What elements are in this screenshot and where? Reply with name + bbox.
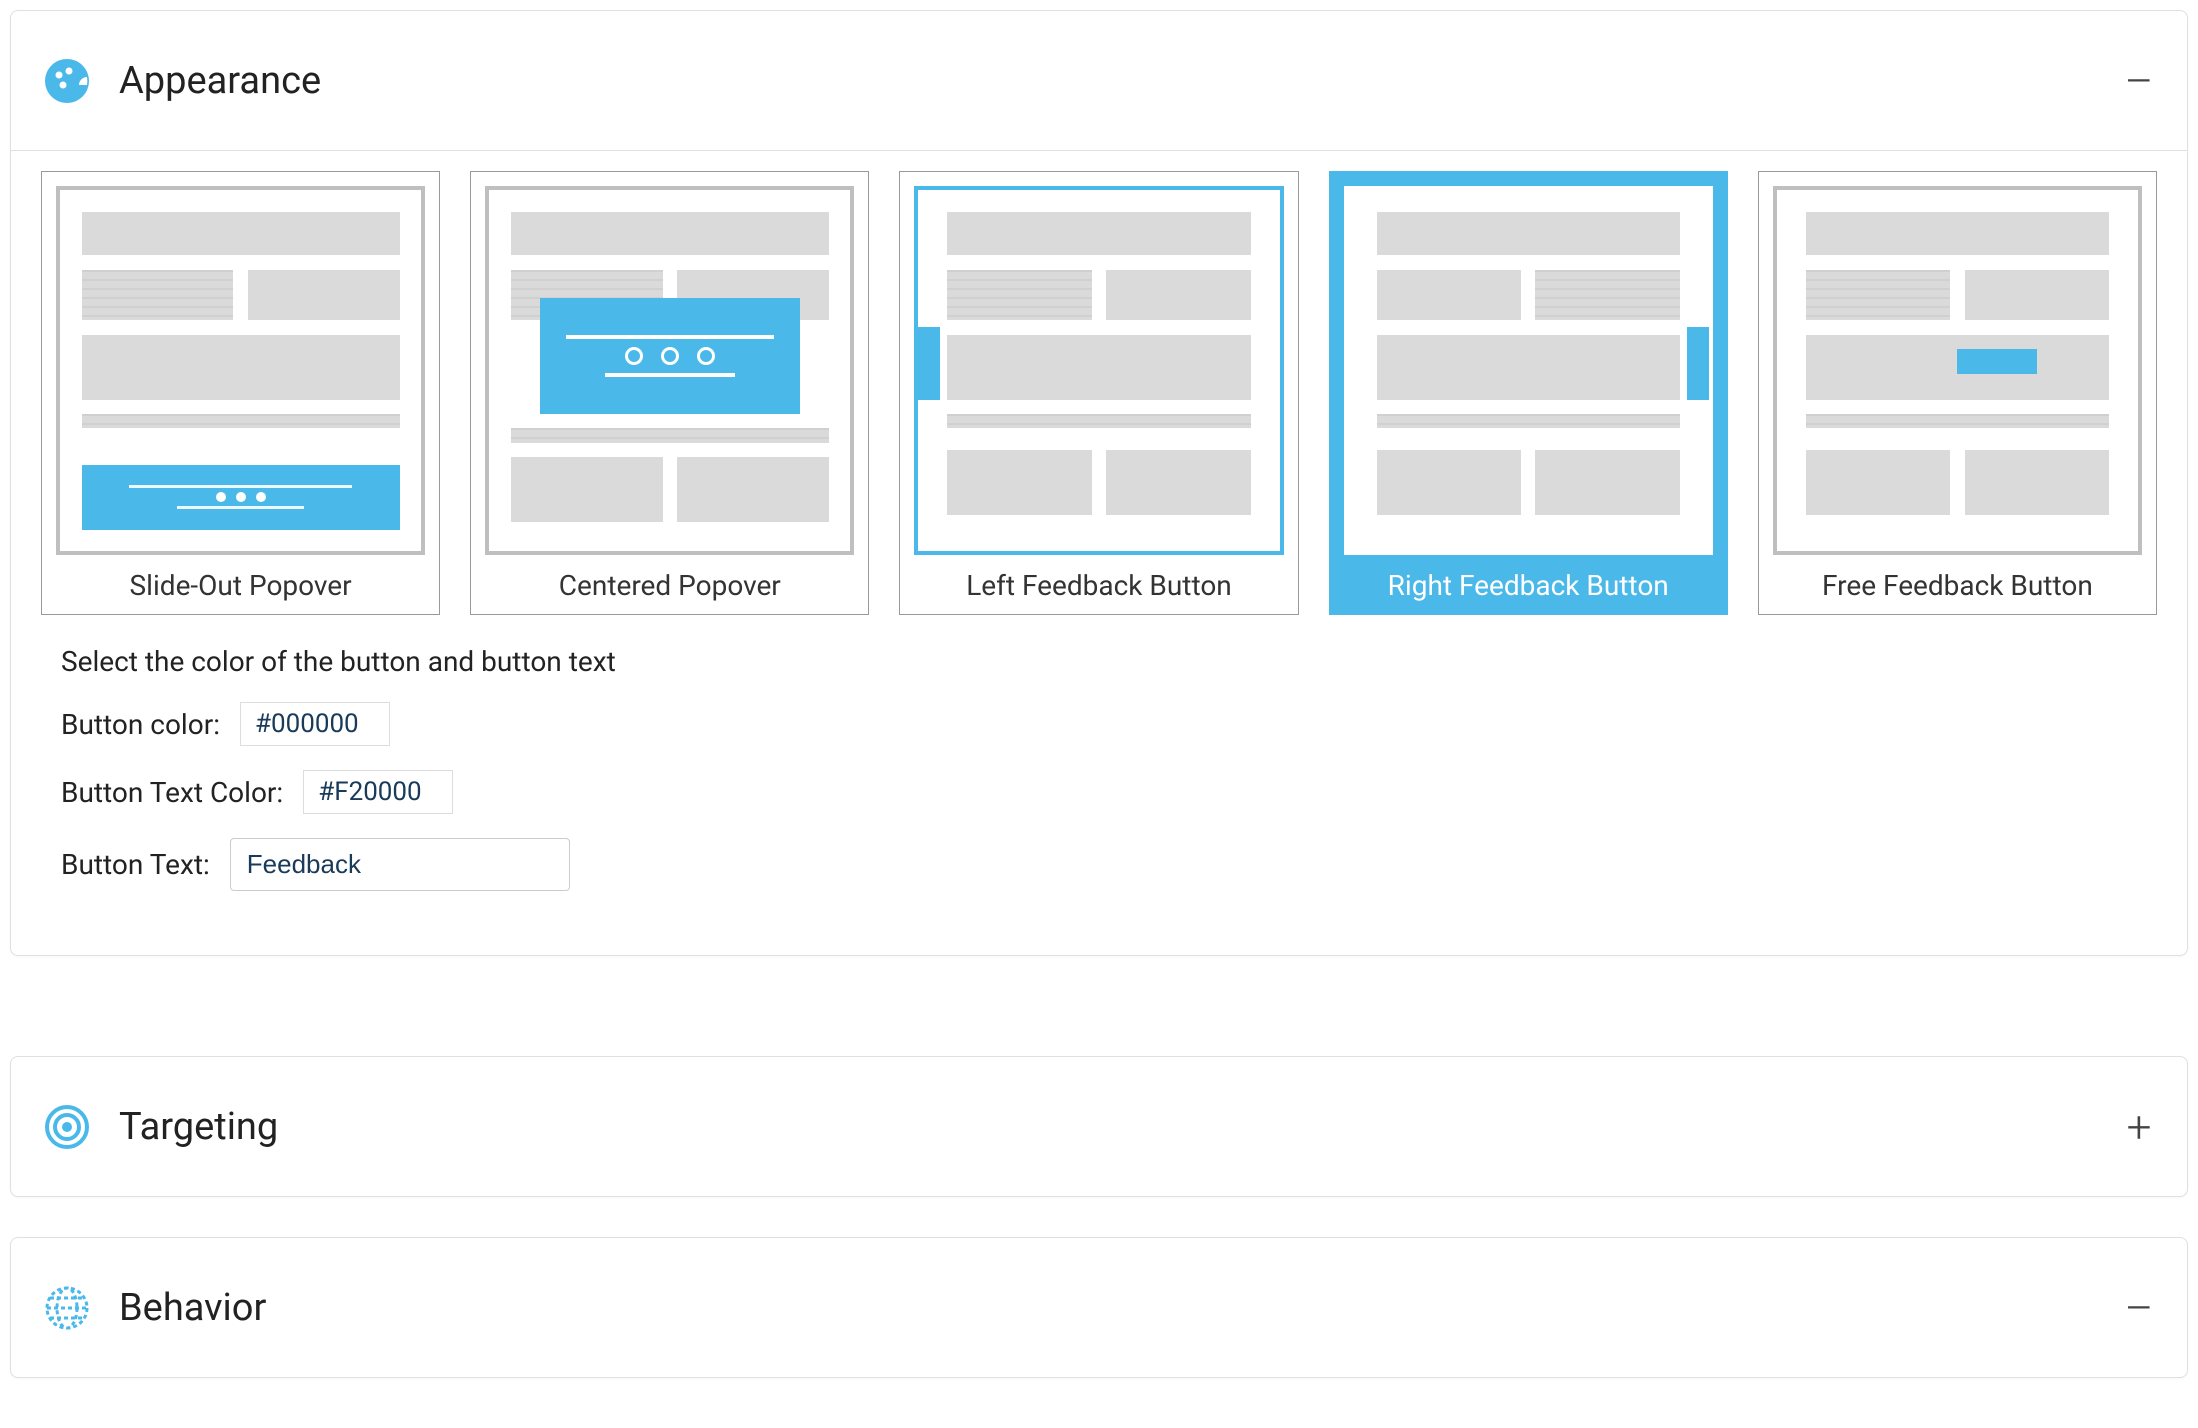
button-color-label: Button color: [61, 708, 220, 741]
targeting-panel: Targeting + [10, 1056, 2188, 1197]
option-thumb [1773, 186, 2142, 555]
behavior-title: Behavior [119, 1286, 2119, 1330]
appearance-options-row: Slide-Out Popover Centere [41, 171, 2157, 615]
button-text-color-input[interactable]: #F20000 [303, 770, 453, 814]
option-right-feedback-button[interactable]: Right Feedback Button [1329, 171, 1728, 615]
button-text-label: Button Text: [61, 848, 210, 881]
targeting-title: Targeting [119, 1105, 2119, 1149]
behavior-collapse-toggle[interactable]: – [2119, 1286, 2159, 1330]
behavior-panel: Behavior – [10, 1237, 2188, 1378]
appearance-header[interactable]: Appearance – [11, 11, 2187, 151]
button-color-input[interactable]: #000000 [240, 702, 390, 746]
option-thumb [485, 186, 854, 555]
option-label: Free Feedback Button [1822, 569, 2093, 602]
appearance-description: Select the color of the button and butto… [61, 645, 2157, 678]
left-tab-graphic [918, 327, 940, 399]
option-left-feedback-button[interactable]: Left Feedback Button [899, 171, 1298, 615]
appearance-body: Slide-Out Popover Centere [11, 151, 2187, 955]
option-label: Slide-Out Popover [130, 569, 352, 602]
appearance-panel: Appearance – Slide-Out Popo [10, 10, 2188, 956]
option-thumb [914, 186, 1283, 555]
button-color-row: Button color: #000000 [61, 702, 2157, 746]
option-label: Right Feedback Button [1388, 569, 1669, 602]
button-text-row: Button Text: [61, 838, 2157, 891]
target-icon [39, 1099, 95, 1155]
appearance-title: Appearance [119, 59, 2119, 103]
button-text-input[interactable] [230, 838, 570, 891]
behavior-header[interactable]: Behavior – [11, 1238, 2187, 1377]
globe-icon [39, 1280, 95, 1336]
option-thumb [56, 186, 425, 555]
targeting-expand-toggle[interactable]: + [2119, 1105, 2159, 1149]
button-text-color-row: Button Text Color: #F20000 [61, 770, 2157, 814]
option-centered-popover[interactable]: Centered Popover [470, 171, 869, 615]
free-button-graphic [1957, 349, 2036, 374]
targeting-header[interactable]: Targeting + [11, 1057, 2187, 1196]
option-label: Left Feedback Button [966, 569, 1232, 602]
centered-popover-graphic [540, 298, 800, 414]
slide-banner-graphic [82, 465, 400, 530]
appearance-collapse-toggle[interactable]: – [2119, 59, 2159, 103]
option-thumb [1344, 186, 1713, 555]
palette-icon [39, 53, 95, 109]
option-free-feedback-button[interactable]: Free Feedback Button [1758, 171, 2157, 615]
option-slide-out-popover[interactable]: Slide-Out Popover [41, 171, 440, 615]
option-label: Centered Popover [559, 569, 781, 602]
button-text-color-label: Button Text Color: [61, 776, 283, 809]
right-tab-graphic [1687, 327, 1709, 399]
